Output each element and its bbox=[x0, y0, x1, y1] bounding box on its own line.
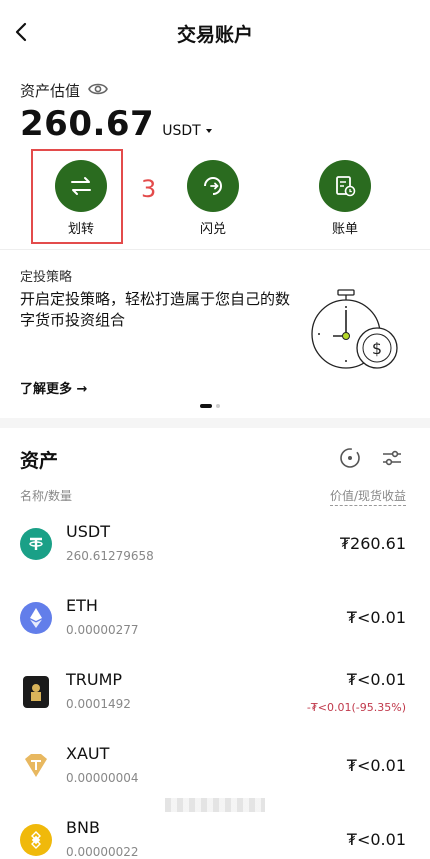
swap-label: 闪兑 bbox=[199, 222, 226, 237]
asset-row-trump[interactable]: TRUMP 0.0001492 ₮<0.01 -₮<0.01(-95.35%) bbox=[0, 656, 430, 730]
asset-quantity: 0.00000004 bbox=[66, 771, 139, 785]
svg-text:$: $ bbox=[372, 339, 382, 358]
xaut-coin-icon bbox=[20, 750, 52, 782]
learn-more-link[interactable]: 了解更多 → bbox=[20, 378, 87, 397]
bnb-coin-icon bbox=[20, 824, 52, 856]
swap-icon bbox=[187, 160, 239, 212]
bill-label: 账单 bbox=[331, 222, 358, 237]
currency-label: USDT bbox=[162, 123, 201, 139]
asset-pnl: -₮<0.01(-95.35%) bbox=[306, 701, 406, 714]
asset-quantity: 260.61279658 bbox=[66, 549, 154, 563]
asset-quantity: 0.0001492 bbox=[66, 697, 131, 711]
assets-toolbar bbox=[338, 446, 404, 474]
page-title: 交易账户 bbox=[176, 24, 253, 46]
bill-icon bbox=[319, 160, 371, 212]
highlight-box bbox=[31, 149, 123, 244]
asset-value: ₮<0.01 bbox=[346, 830, 406, 849]
balance: 260.67 USDT bbox=[20, 104, 213, 144]
currency-selector[interactable]: USDT bbox=[162, 123, 212, 139]
column-header-value[interactable]: 价值/现货收益 bbox=[329, 487, 406, 506]
swap-button[interactable]: 闪兑 bbox=[173, 160, 253, 237]
blurred-watermark bbox=[165, 798, 265, 812]
usdt-coin-icon bbox=[20, 528, 52, 560]
divider bbox=[0, 249, 430, 250]
asset-row-bnb[interactable]: BNB 0.00000022 ₮<0.01 bbox=[0, 804, 430, 859]
trump-coin-icon bbox=[23, 676, 49, 708]
stopwatch-coin-illustration: $ bbox=[305, 288, 415, 378]
asset-symbol: TRUMP bbox=[66, 670, 123, 689]
carousel-dot bbox=[216, 404, 220, 408]
asset-quantity: 0.00000277 bbox=[66, 623, 139, 637]
caret-down-icon bbox=[205, 129, 212, 133]
eth-coin-icon bbox=[20, 602, 52, 634]
balance-amount: 260.67 bbox=[20, 104, 155, 144]
asset-symbol: ETH bbox=[66, 596, 98, 615]
promo-title: 定投策略 bbox=[20, 270, 73, 285]
asset-quantity: 0.00000022 bbox=[66, 845, 139, 859]
asset-row-xaut[interactable]: XAUT 0.00000004 ₮<0.01 bbox=[0, 730, 430, 804]
promo-text: 开启定投策略，轻松打造属于您自己的数字货币投资组合 bbox=[20, 290, 291, 329]
eye-icon[interactable] bbox=[88, 82, 108, 100]
asset-symbol: USDT bbox=[66, 522, 110, 541]
column-header-name: 名称/数量 bbox=[20, 489, 73, 503]
asset-value: ₮<0.01 bbox=[346, 670, 406, 689]
asset-value: ₮260.61 bbox=[339, 534, 406, 553]
annotation-number: 3 bbox=[141, 175, 157, 203]
header: 交易账户 bbox=[0, 0, 430, 64]
bill-button[interactable]: 账单 bbox=[305, 160, 385, 237]
asset-value: ₮<0.01 bbox=[346, 756, 406, 775]
carousel-indicator[interactable] bbox=[200, 404, 220, 408]
asset-symbol: XAUT bbox=[66, 744, 110, 763]
asset-value: ₮<0.01 bbox=[346, 608, 406, 627]
carousel-dot-active bbox=[200, 404, 212, 408]
filter-icon[interactable] bbox=[380, 446, 404, 474]
estimate-label-text: 资产估值 bbox=[20, 82, 81, 100]
asset-estimate-label: 资产估值 bbox=[20, 80, 108, 101]
asset-symbol: BNB bbox=[66, 818, 100, 837]
assets-title: 资产 bbox=[20, 450, 59, 472]
section-divider bbox=[0, 418, 430, 428]
asset-row-eth[interactable]: ETH 0.00000277 ₮<0.01 bbox=[0, 582, 430, 656]
pie-chart-icon[interactable] bbox=[338, 446, 362, 474]
asset-row-usdt[interactable]: USDT 260.61279658 ₮260.61 bbox=[0, 508, 430, 582]
